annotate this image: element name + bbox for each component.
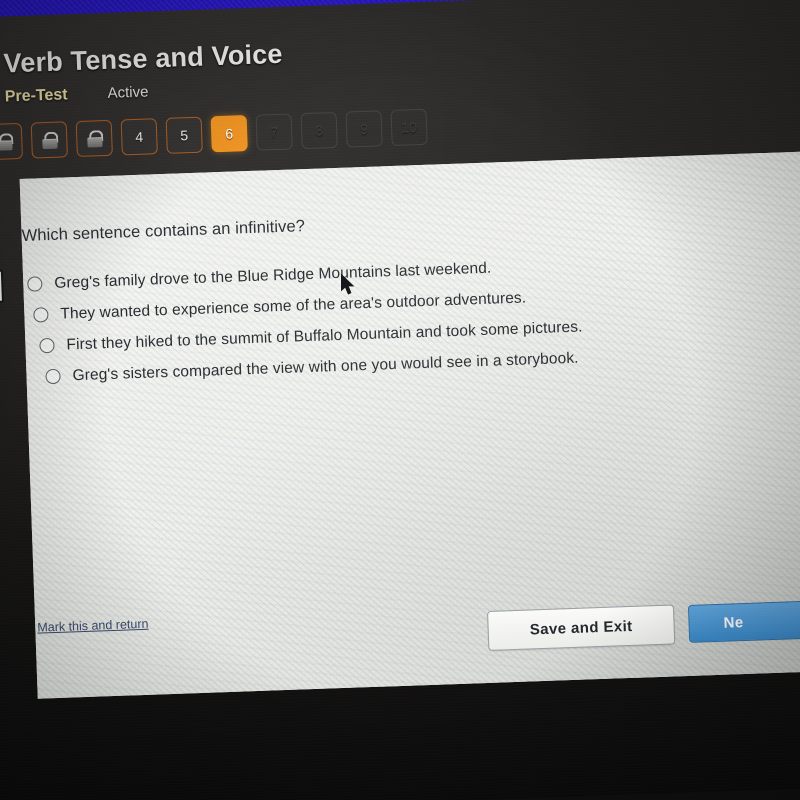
lock-icon (41, 131, 59, 149)
question-nav-button-2[interactable] (30, 121, 68, 159)
lock-icon (86, 129, 104, 148)
question-nav-label: 10 (401, 119, 418, 136)
question-nav-button-3[interactable] (75, 119, 113, 158)
mark-this-and-return-link[interactable]: Mark this and return (37, 617, 149, 635)
footer-actions: Save and Exit Ne (487, 600, 800, 651)
answer-options-group[interactable]: Greg's family drove to the Blue Ridge Mo… (27, 250, 584, 393)
question-nav-label: 9 (359, 120, 369, 138)
question-nav-button-6[interactable]: 6 (210, 115, 248, 153)
question-nav-button-7: 7 (255, 113, 293, 151)
question-nav-label: 5 (180, 127, 189, 144)
question-nav-button-1[interactable] (0, 122, 23, 161)
question-nav-label: 6 (225, 125, 234, 142)
radio-button-c[interactable] (39, 337, 55, 354)
question-nav-button-10: 10 (390, 108, 428, 147)
radio-button-a[interactable] (27, 276, 43, 292)
dictionary-right-page: bc (0, 271, 2, 302)
question-nav-label: 4 (135, 128, 144, 145)
screen-plane: Verb Tense and Voice Pre-Test Active 456… (0, 0, 800, 800)
question-nav-button-4[interactable]: 4 (120, 118, 158, 156)
assignment-status-label: Active (107, 83, 149, 102)
assignment-type-label: Pre-Test (4, 86, 68, 106)
question-nav-label: 7 (269, 123, 279, 141)
question-nav-label: 8 (314, 122, 324, 139)
radio-button-b[interactable] (33, 307, 49, 323)
question-nav-button-8: 8 (300, 111, 338, 150)
lock-icon (0, 132, 14, 151)
screenshot-root: Verb Tense and Voice Pre-Test Active 456… (0, 0, 800, 800)
question-prompt: Which sentence contains an infinitive? (21, 217, 306, 245)
next-button[interactable]: Ne (687, 600, 800, 643)
question-nav-button-9: 9 (345, 110, 383, 148)
mouse-cursor (341, 274, 355, 295)
question-panel: Which sentence contains an infinitive? G… (19, 149, 800, 699)
radio-button-d[interactable] (45, 368, 61, 385)
save-and-exit-button[interactable]: Save and Exit (487, 604, 676, 651)
question-nav-button-5[interactable]: 5 (165, 116, 203, 154)
